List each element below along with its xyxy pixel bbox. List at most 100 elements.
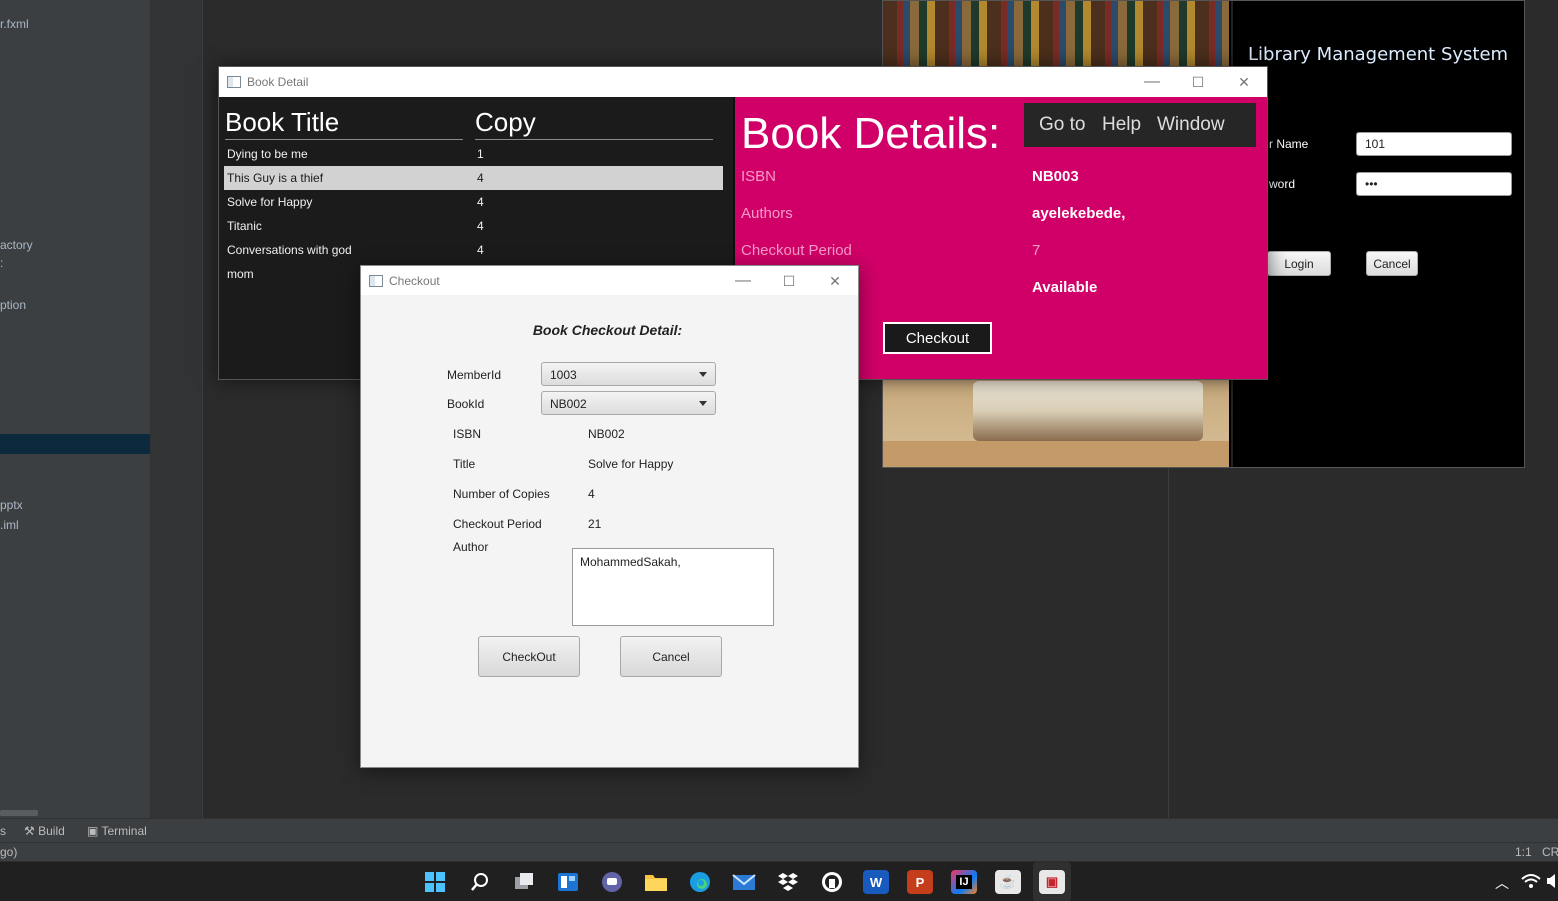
window-title: Book Detail [247, 75, 309, 89]
book-details-heading: Book Details: [741, 109, 1001, 158]
menu-window[interactable]: Window [1157, 114, 1225, 136]
project-panel: r.fxml actory : ption pptx .iml [0, 0, 150, 818]
member-id-select[interactable]: 1003 [541, 362, 716, 386]
build-tool-button[interactable]: ⚒ Build [24, 824, 65, 838]
cancel-button[interactable]: Cancel [620, 636, 722, 677]
window-title: Checkout [389, 273, 440, 288]
ide-status-bar: go) 1:1 CR [0, 842, 1558, 861]
member-id-label: MemberId [447, 368, 502, 382]
checkout-confirm-button[interactable]: CheckOut [478, 636, 580, 677]
column-header-book-title[interactable]: Book Title [225, 107, 463, 140]
tool-window-partial[interactable]: s [0, 824, 6, 838]
password-field[interactable]: ••• [1356, 172, 1512, 196]
widgets-icon[interactable] [555, 870, 581, 894]
project-selected-row[interactable] [0, 434, 150, 454]
copy-cell: 1 [477, 147, 484, 161]
intellij-icon[interactable]: IJ [951, 870, 977, 894]
minimize-icon[interactable]: — [720, 266, 766, 296]
powerpoint-icon[interactable]: P [907, 870, 933, 894]
menu-help[interactable]: Help [1102, 114, 1141, 136]
login-title: Library Management System [1248, 44, 1509, 65]
checkout-period-label: Checkout Period [741, 242, 852, 259]
ide-tool-bar: s ⚒ Build ▣ Terminal [0, 818, 1558, 842]
copy-cell: 4 [477, 171, 484, 185]
checkout-window: Checkout — ☐ ✕ Book Checkout Detail: Mem… [360, 265, 859, 768]
copy-cell: 4 [477, 243, 484, 257]
terminal-tool-button[interactable]: ▣ Terminal [87, 824, 147, 838]
chevron-down-icon [699, 401, 707, 406]
word-icon[interactable]: W [863, 870, 889, 894]
availability-value: Available [1032, 279, 1098, 296]
username-field[interactable]: 101 [1356, 132, 1512, 156]
menu-bar: Go to Help Window [1024, 103, 1256, 147]
copy-cell: 4 [477, 195, 484, 209]
windows-start-icon[interactable] [422, 870, 448, 894]
table-row-selected[interactable]: This Guy is a thief 4 [224, 166, 723, 190]
author-label: Author [453, 540, 489, 554]
menu-go-to[interactable]: Go to [1039, 114, 1085, 136]
checkout-period-value: 21 [588, 517, 602, 531]
task-view-icon[interactable] [511, 870, 537, 894]
table-row[interactable]: Solve for Happy 4 [224, 190, 723, 214]
member-id-value: 1003 [550, 368, 577, 382]
table-row[interactable]: Dying to be me 1 [224, 142, 723, 166]
checkout-button[interactable]: Checkout [883, 322, 992, 354]
table-image-part [883, 441, 1229, 467]
project-file-item[interactable]: ption [0, 298, 26, 312]
bookshelf-image-part [883, 1, 1229, 67]
book-title-cell: Conversations with god [227, 243, 352, 257]
copy-cell: 4 [477, 219, 484, 233]
java-icon[interactable]: ☕ [995, 870, 1021, 894]
maximize-icon[interactable]: ☐ [1175, 67, 1221, 97]
edge-icon[interactable] [687, 870, 713, 894]
column-header-copy[interactable]: Copy [475, 107, 713, 140]
book-table-header: Book Title Copy [225, 107, 715, 141]
caret-position[interactable]: 1:1 [1515, 845, 1532, 859]
github-icon[interactable] [819, 870, 845, 894]
active-app-icon[interactable]: ▣ [1039, 870, 1065, 894]
cancel-button[interactable]: Cancel [1366, 251, 1418, 276]
maximize-icon[interactable]: ☐ [766, 266, 812, 296]
author-textarea[interactable]: MohammedSakah, [572, 548, 774, 626]
title-label: Title [453, 457, 476, 471]
login-panel: Library Management System r Name 101 wor… [1231, 1, 1524, 467]
title-value: Solve for Happy [588, 457, 674, 471]
book-stack-image-part [973, 381, 1203, 441]
window-titlebar[interactable]: Book Detail — ☐ ✕ [219, 67, 1267, 97]
windows-taskbar: W P IJ ☕ ▣ ︿ [0, 861, 1558, 901]
terminal-icon: ▣ [87, 824, 102, 838]
username-label: r Name [1269, 137, 1309, 151]
close-icon[interactable]: ✕ [812, 266, 858, 296]
table-row[interactable]: Conversations with god 4 [224, 238, 723, 262]
book-title-cell: This Guy is a thief [227, 171, 324, 185]
mail-icon[interactable] [731, 870, 757, 894]
window-titlebar[interactable]: Checkout — ☐ ✕ [361, 266, 858, 295]
project-file-item[interactable]: pptx [0, 498, 23, 512]
login-button[interactable]: Login [1267, 251, 1331, 276]
minimize-icon[interactable]: — [1129, 67, 1175, 97]
project-file-item[interactable]: actory [0, 238, 33, 252]
volume-icon[interactable] [1546, 873, 1558, 892]
wifi-icon[interactable] [1521, 873, 1541, 892]
editor-gutter [150, 0, 203, 818]
isbn-label: ISBN [741, 168, 777, 185]
close-icon[interactable]: ✕ [1221, 67, 1267, 97]
dropbox-icon[interactable] [775, 870, 801, 894]
table-row[interactable]: Titanic 4 [224, 214, 723, 238]
project-file-item[interactable]: .iml [0, 518, 19, 532]
book-id-select[interactable]: NB002 [541, 391, 716, 415]
authors-label: Authors [741, 205, 793, 222]
search-icon[interactable] [467, 870, 493, 894]
checkout-heading: Book Checkout Detail: [532, 322, 683, 338]
project-file-item[interactable]: r.fxml [0, 17, 29, 31]
chevron-up-icon[interactable]: ︿ [1495, 873, 1509, 893]
file-explorer-icon[interactable] [643, 870, 669, 894]
teams-chat-icon[interactable] [599, 870, 625, 894]
line-separator[interactable]: CR [1542, 845, 1558, 859]
project-file-item[interactable]: : [0, 256, 3, 270]
hammer-icon: ⚒ [24, 824, 39, 838]
authors-value: ayelekebede, [1032, 205, 1126, 222]
project-scrollbar[interactable] [0, 810, 38, 816]
isbn-label: ISBN [453, 427, 482, 441]
app-icon [369, 274, 383, 287]
